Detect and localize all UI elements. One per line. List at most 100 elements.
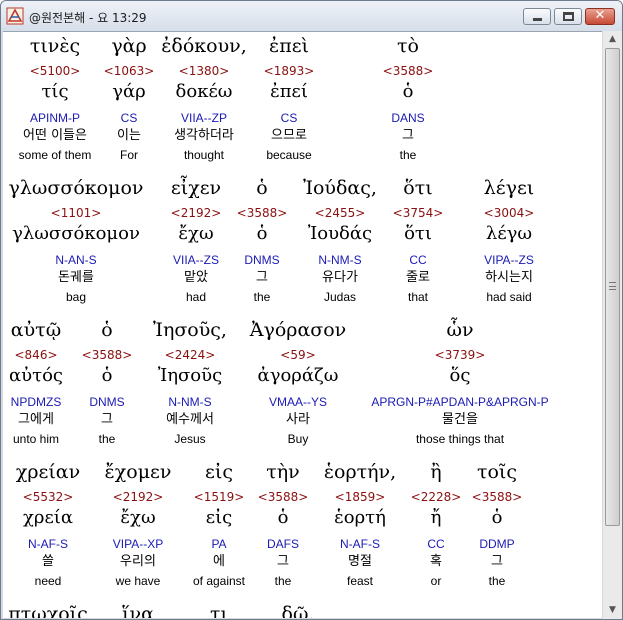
parsing-code: DDMP <box>479 537 515 551</box>
strong-number: <5532> <box>22 490 74 504</box>
english-gloss: the <box>399 148 417 162</box>
korean-gloss: 에 <box>213 554 225 569</box>
strong-number: <3739> <box>434 348 486 362</box>
maximize-button[interactable] <box>554 8 582 25</box>
greek-word: Ἰούδας, <box>303 177 377 199</box>
korean-gloss: 으므로 <box>271 128 307 143</box>
parsing-code: CC <box>427 537 445 551</box>
strong-number: <3588> <box>81 348 133 362</box>
korean-gloss: 예수께서 <box>166 412 214 427</box>
greek-word: τι <box>210 603 228 619</box>
english-gloss: those things that <box>415 432 505 446</box>
lemma: ὁ <box>402 81 414 102</box>
title-bar[interactable]: @원전본해 - 요 13:29 ✕ <box>1 1 622 31</box>
korean-gloss: 어떤 이들은 <box>23 128 87 143</box>
strong-number: <3588> <box>382 64 434 78</box>
lemma: δοκέω <box>175 81 233 102</box>
parsing-code: VIPA--ZS <box>484 253 534 267</box>
greek-word: ὧν <box>446 319 474 341</box>
korean-gloss: 그 <box>101 412 113 427</box>
korean-gloss: 하시는지 <box>485 270 533 285</box>
parsing-code: DNMS <box>89 395 125 409</box>
strong-number: <3004> <box>483 206 535 220</box>
lemma: ὁ <box>491 507 503 528</box>
greek-word: γὰρ <box>111 35 147 57</box>
vertical-scrollbar[interactable]: ▲ ▼ <box>602 31 622 619</box>
greek-word: ὁ <box>101 319 113 341</box>
strong-number: <2192> <box>170 206 222 220</box>
parsing-code: VMAA--YS <box>268 395 328 409</box>
strong-number: <2192> <box>112 490 164 504</box>
app-window: @원전본해 - 요 13:29 ✕ τινὲς <5100> τίς APINM-P 어… <box>0 0 623 620</box>
greek-word: χρείαν <box>15 461 81 483</box>
english-gloss: thought <box>183 148 225 162</box>
english-gloss: unto him <box>12 432 60 446</box>
parsing-code: CS <box>280 111 298 125</box>
strong-number: <1063> <box>103 64 155 78</box>
korean-gloss: 쓸 <box>42 554 54 569</box>
english-gloss: the <box>488 574 506 588</box>
english-gloss: that <box>407 290 429 304</box>
strong-number: <2228> <box>410 490 462 504</box>
korean-gloss: 사라 <box>286 412 310 427</box>
english-gloss: feast <box>346 574 374 588</box>
lemma: Ἰουδάς <box>307 223 373 244</box>
app-logo-icon <box>6 7 24 25</box>
lemma: γλωσσόκομον <box>12 223 140 244</box>
minimize-icon <box>533 18 542 21</box>
scroll-down-arrow-icon[interactable]: ▼ <box>603 602 622 619</box>
korean-gloss: 그 <box>277 554 289 569</box>
korean-gloss: 그에게 <box>18 412 54 427</box>
minimize-button[interactable] <box>523 8 551 25</box>
lemma: ὁ <box>256 223 268 244</box>
greek-word: ἵνα <box>122 603 154 619</box>
lemma: ὁ <box>277 507 289 528</box>
english-gloss: the <box>274 574 292 588</box>
korean-gloss: 물건을 <box>442 412 478 427</box>
lemma: ὁ <box>101 365 113 386</box>
korean-gloss: 맡았 <box>184 270 208 285</box>
korean-gloss: 이는 <box>117 128 141 143</box>
parsing-code: N-AF-S <box>28 537 68 551</box>
parsing-code: DAFS <box>266 537 300 551</box>
greek-word: πτωχοῖς <box>8 603 88 619</box>
lemma: Ἰησοῦς <box>157 365 223 386</box>
strong-number: <2424> <box>164 348 216 362</box>
strong-number: <3754> <box>392 206 444 220</box>
parsing-code: APINM-P <box>29 111 81 125</box>
lemma: τίς <box>41 81 69 102</box>
interlinear-view[interactable]: τινὲς <5100> τίς APINM-P 어떤 이들은 some of them γ… <box>3 31 602 618</box>
greek-word: ἐπεὶ <box>269 35 309 57</box>
english-gloss: Jesus <box>174 432 206 446</box>
parsing-code: APRGN-P#APDAN-P&APRGN-P <box>371 395 549 409</box>
window-title: @원전본해 - 요 13:29 <box>29 11 147 25</box>
english-gloss: had <box>185 290 207 304</box>
korean-gloss: 혹 <box>430 554 442 569</box>
english-gloss: bag <box>65 290 87 304</box>
strong-number: <3588> <box>471 490 523 504</box>
korean-gloss: 우리의 <box>120 554 156 569</box>
english-gloss: or <box>430 574 442 588</box>
scroll-thumb[interactable] <box>605 48 620 526</box>
lemma: ὅτι <box>404 223 432 244</box>
korean-gloss: 유다가 <box>322 270 358 285</box>
greek-word: γλωσσόκομον <box>8 177 144 199</box>
korean-gloss: 그 <box>256 270 268 285</box>
lemma: ἔχω <box>120 507 156 528</box>
korean-gloss: 명절 <box>348 554 372 569</box>
lemma: ἑορτή <box>334 507 386 528</box>
scroll-grip-icon <box>609 282 616 290</box>
korean-gloss: 줄로 <box>406 270 430 285</box>
close-button[interactable]: ✕ <box>585 8 615 25</box>
greek-word: τοῖς <box>476 461 518 483</box>
lemma: χρεία <box>22 507 74 528</box>
parsing-code: DANS <box>391 111 425 125</box>
lemma: ἔχω <box>178 223 214 244</box>
greek-word: λέγει <box>483 177 535 199</box>
greek-word: εἰς <box>205 461 233 483</box>
scroll-up-arrow-icon[interactable]: ▲ <box>603 31 622 48</box>
parsing-code: VIIA--ZP <box>180 111 228 125</box>
lemma: ἀγοράζω <box>257 365 339 386</box>
english-gloss: For <box>120 148 138 162</box>
parsing-code: CS <box>120 111 138 125</box>
